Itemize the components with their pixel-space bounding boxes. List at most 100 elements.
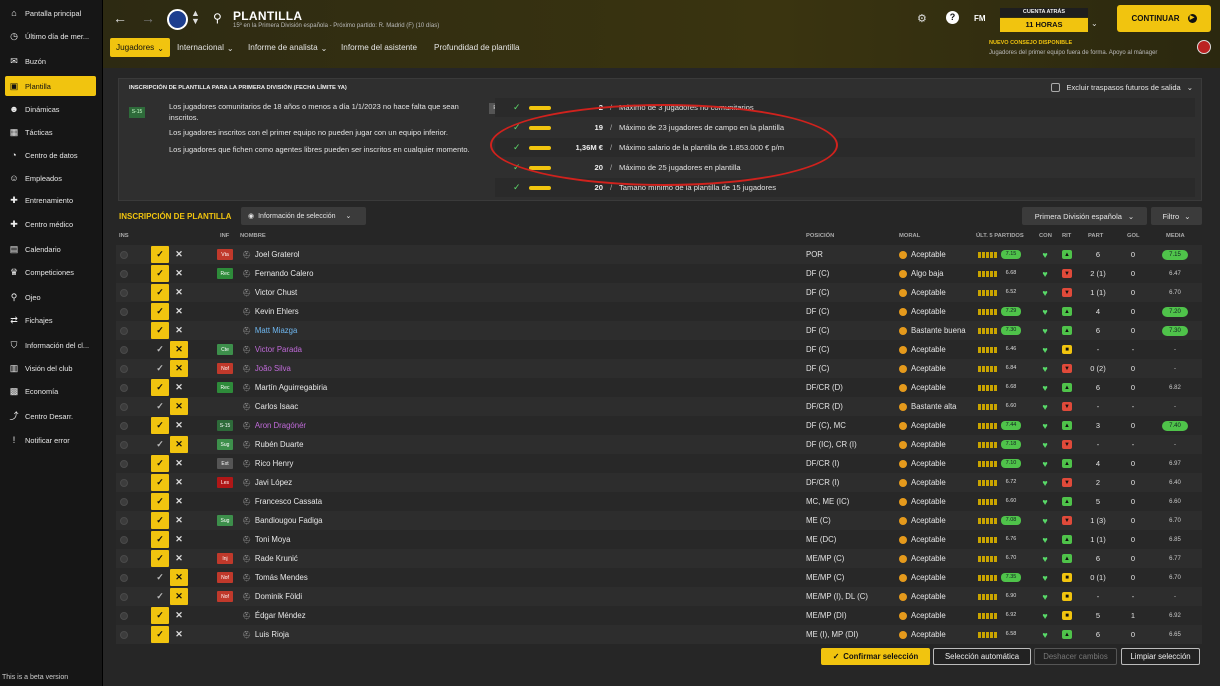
table-row[interactable]: ✓ ✕ Nof ⛑ Tomás Mendes ME/MP (C) Aceptable 7.35… bbox=[116, 568, 1202, 587]
player-name[interactable]: ⛑ Tomás Mendes bbox=[242, 568, 308, 587]
ins-radio[interactable] bbox=[120, 345, 128, 354]
register-check-button[interactable]: ✓ bbox=[151, 607, 169, 624]
ins-radio[interactable] bbox=[120, 516, 128, 525]
info-badge[interactable]: S-15 bbox=[217, 420, 233, 431]
unregister-x-button[interactable]: ✕ bbox=[170, 341, 188, 358]
ins-radio[interactable] bbox=[120, 269, 128, 278]
club-crest-icon[interactable] bbox=[167, 9, 188, 30]
ins-radio[interactable] bbox=[120, 440, 128, 449]
ins-radio[interactable] bbox=[120, 364, 128, 373]
column-header-inf[interactable]: INF bbox=[220, 233, 229, 239]
sidebar-item-inbox[interactable]: ✉ Buzón bbox=[5, 51, 96, 71]
info-badge[interactable]: Rec bbox=[217, 382, 233, 393]
player-name[interactable]: ⛑ Victor Chust bbox=[242, 283, 297, 302]
sidebar-item-trophy[interactable]: ♛ Competiciones bbox=[5, 262, 96, 282]
player-name[interactable]: ⛑ Dominik Földi bbox=[242, 587, 302, 606]
unregister-x-button[interactable]: ✕ bbox=[170, 284, 188, 301]
chevron-down-icon[interactable]: ⌄ bbox=[1187, 83, 1193, 92]
ins-radio[interactable] bbox=[120, 459, 128, 468]
table-row[interactable]: ✓ ✕ Vta ⛑ Joel Graterol POR Aceptable 7.15 ♥ ▲ 6 0 7… bbox=[116, 245, 1202, 264]
sidebar-item-people[interactable]: ☻ Dinámicas bbox=[5, 99, 96, 119]
unregister-x-button[interactable]: ✕ bbox=[170, 588, 188, 605]
auto-selection-button[interactable]: Selección automática bbox=[933, 648, 1031, 665]
sidebar-item-calendar[interactable]: ▤ Calendario bbox=[5, 239, 96, 259]
player-name[interactable]: ⛑ Martín Aguirregabiria bbox=[242, 378, 327, 397]
info-badge[interactable]: Inj bbox=[217, 553, 233, 564]
sidebar-item-binoculars[interactable]: ⚲ Ojeo bbox=[5, 287, 96, 307]
tab-informe-de-analista[interactable]: Informe de analista ⌄ bbox=[242, 38, 334, 57]
tab-jugadores[interactable]: Jugadores ⌄ bbox=[110, 38, 171, 57]
unregister-x-button[interactable]: ✕ bbox=[170, 550, 188, 567]
column-header-position[interactable]: POSICIÓN bbox=[806, 233, 834, 239]
player-name[interactable]: ⛑ Aron Dragónér bbox=[242, 416, 306, 435]
register-check-button[interactable]: ✓ bbox=[151, 417, 169, 434]
info-badge[interactable]: Nof bbox=[217, 572, 233, 583]
column-header-con[interactable]: CON bbox=[1039, 233, 1052, 239]
unregister-x-button[interactable]: ✕ bbox=[170, 531, 188, 548]
selection-info-dropdown[interactable]: ◉ Información de selección ⌄ bbox=[241, 207, 366, 225]
advice-text[interactable]: Jugadores del primer equipo fuera de for… bbox=[989, 50, 1157, 56]
table-row[interactable]: ✓ ✕ ⛑ Luis Rioja ME (I), MP (DI) Aceptable 6.5… bbox=[116, 625, 1202, 644]
division-dropdown[interactable]: Primera División española ⌄ bbox=[1022, 207, 1147, 225]
register-check-button[interactable]: ✓ bbox=[151, 531, 169, 548]
info-badge[interactable]: Nof bbox=[217, 363, 233, 374]
column-header-rit[interactable]: RIT bbox=[1062, 233, 1071, 239]
unregister-x-button[interactable]: ✕ bbox=[170, 512, 188, 529]
ins-radio[interactable] bbox=[120, 573, 128, 582]
table-row[interactable]: ✓ ✕ ⛑ Édgar Méndez ME/MP (DI) Aceptable 6.92 ♥ ■… bbox=[116, 606, 1202, 625]
ins-radio[interactable] bbox=[120, 592, 128, 601]
gear-icon[interactable]: ⚙ bbox=[917, 12, 927, 25]
register-check-button[interactable]: ✓ bbox=[151, 284, 169, 301]
assistant-avatar[interactable] bbox=[1197, 40, 1211, 54]
back-arrow-icon[interactable]: ← bbox=[113, 10, 127, 26]
continue-button[interactable]: CONTINUAR ▶ bbox=[1117, 5, 1211, 32]
info-badge[interactable]: Sug bbox=[217, 515, 233, 526]
player-name[interactable]: ⛑ Francesco Cassata bbox=[242, 492, 322, 511]
player-name[interactable]: ⛑ Matt Miazga bbox=[242, 321, 297, 340]
table-row[interactable]: ✓ ✕ ⛑ Matt Miazga DF (C) Bastante buena 7.30 ♥ ▲… bbox=[116, 321, 1202, 340]
register-check-button[interactable]: ✓ bbox=[151, 360, 169, 377]
register-check-button[interactable]: ✓ bbox=[151, 246, 169, 263]
register-check-button[interactable]: ✓ bbox=[151, 303, 169, 320]
ins-radio[interactable] bbox=[120, 307, 128, 316]
table-row[interactable]: ✓ ✕ Nof ⛑ Dominik Földi ME/MP (I), DL (C) Acep… bbox=[116, 587, 1202, 606]
table-row[interactable]: ✓ ✕ Rec ⛑ Fernando Calero DF (C) Algo baja 6.68… bbox=[116, 264, 1202, 283]
fm-menu-button[interactable]: FM bbox=[974, 14, 986, 23]
column-header-moral[interactable]: MORAL bbox=[899, 233, 920, 239]
countdown-value[interactable]: 11 HORAS bbox=[1000, 18, 1088, 32]
column-header-form[interactable]: ÚLT. 5 PARTIDOS bbox=[976, 233, 1024, 239]
info-badge[interactable]: Les bbox=[217, 477, 233, 488]
register-check-button[interactable]: ✓ bbox=[151, 569, 169, 586]
register-check-button[interactable]: ✓ bbox=[151, 341, 169, 358]
table-row[interactable]: ✓ ✕ Sug ⛑ Rubén Duarte DF (IC), CR (I) Aceptab… bbox=[116, 435, 1202, 454]
player-name[interactable]: ⛑ Victor Parada bbox=[242, 340, 302, 359]
confirm-selection-button[interactable]: ✓ Confirmar selección bbox=[821, 648, 930, 665]
ins-radio[interactable] bbox=[120, 383, 128, 392]
info-badge[interactable]: Nof bbox=[217, 591, 233, 602]
column-header-ins[interactable]: INS bbox=[119, 233, 129, 239]
column-header-part[interactable]: PART bbox=[1088, 233, 1103, 239]
clear-selection-button[interactable]: Limpiar selección bbox=[1121, 648, 1200, 665]
forward-arrow-icon[interactable]: → bbox=[141, 10, 155, 26]
sidebar-item-staff[interactable]: ☺ Empleados bbox=[5, 168, 96, 188]
help-icon[interactable]: ? bbox=[946, 11, 959, 24]
unregister-x-button[interactable]: ✕ bbox=[170, 417, 188, 434]
sidebar-item-training[interactable]: ✚ Entrenamiento bbox=[5, 190, 96, 210]
sidebar-item-development[interactable]: ⤴ Centro Desarr. bbox=[5, 406, 96, 426]
register-check-button[interactable]: ✓ bbox=[151, 550, 169, 567]
player-name[interactable]: ⛑ Rico Henry bbox=[242, 454, 293, 473]
sidebar-item-money[interactable]: ▩ Economía bbox=[5, 381, 96, 401]
ins-radio[interactable] bbox=[120, 497, 128, 506]
player-name[interactable]: ⛑ Carlos Isaac bbox=[242, 397, 298, 416]
filter-dropdown[interactable]: Filtro ⌄ bbox=[1151, 207, 1202, 225]
column-header-name[interactable]: NOMBRE bbox=[240, 233, 266, 239]
sidebar-item-home[interactable]: ⌂ Pantalla principal bbox=[5, 3, 96, 23]
table-row[interactable]: ✓ ✕ ⛑ Victor Chust DF (C) Aceptable 6.52 ♥ ▼ 1 (1… bbox=[116, 283, 1202, 302]
player-name[interactable]: ⛑ Rubén Duarte bbox=[242, 435, 303, 454]
table-row[interactable]: ✓ ✕ Les ⛑ Javi López DF/CR (I) Aceptable 6.72 ♥ ▼… bbox=[116, 473, 1202, 492]
register-check-button[interactable]: ✓ bbox=[151, 626, 169, 643]
sidebar-item-chart[interactable]: ◔ Centro de datos bbox=[5, 145, 96, 165]
info-badge[interactable]: Sug bbox=[217, 439, 233, 450]
tab-informe-del-asistente[interactable]: Informe del asistente bbox=[335, 38, 423, 57]
table-row[interactable]: ✓ ✕ Rec ⛑ Martín Aguirregabiria DF/CR (D) Acep… bbox=[116, 378, 1202, 397]
